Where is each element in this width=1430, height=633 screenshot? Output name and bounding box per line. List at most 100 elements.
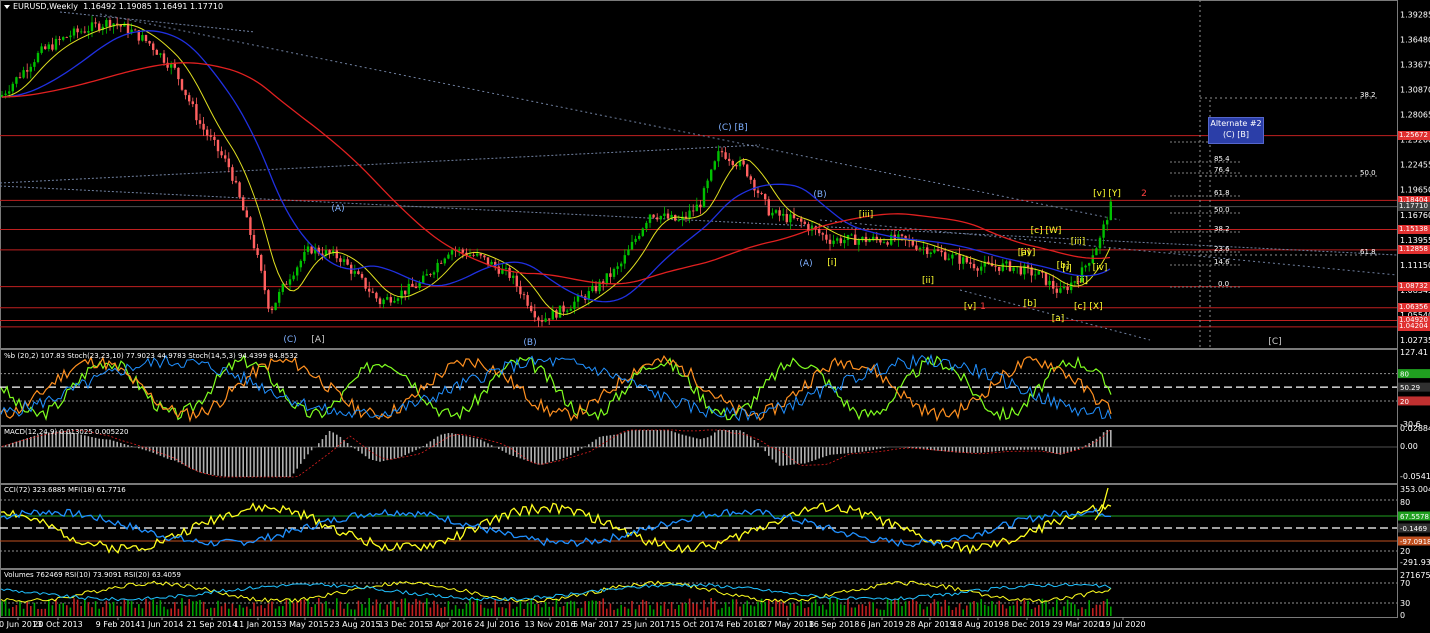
candle-body	[8, 91, 11, 94]
candle-body	[1070, 282, 1073, 291]
candle-body	[976, 268, 979, 271]
candle-body	[83, 31, 86, 33]
candle-body	[756, 190, 760, 194]
candle-body	[119, 25, 122, 27]
candle-body	[537, 317, 540, 321]
candle-body	[382, 299, 385, 305]
candle-body	[1037, 271, 1040, 275]
time-tick: 27 May 2018	[762, 620, 814, 629]
candle-body	[998, 266, 1001, 271]
candle-body	[429, 274, 432, 275]
candle-body	[15, 77, 18, 84]
price-box: 1.12858	[1398, 245, 1430, 255]
price-box: 1.06356	[1398, 303, 1430, 313]
candle-body	[1106, 220, 1109, 225]
candle-body	[767, 199, 770, 216]
candle-body	[720, 151, 724, 153]
fib-label: 0.0	[1218, 280, 1229, 288]
wave-label: [c]	[1074, 302, 1086, 312]
chart-canvas[interactable]: 1.392851.364801.336751.308701.280651.252…	[0, 0, 1430, 633]
candle-body	[90, 22, 94, 32]
cci-spike	[1094, 487, 1109, 521]
fib-label: 50.0	[1214, 206, 1230, 214]
candle-body	[515, 275, 518, 287]
candle-body	[26, 70, 29, 72]
price-box: 1.25672	[1398, 131, 1430, 141]
macd-axis-tick: -0.054176	[1400, 472, 1430, 481]
candle-body	[936, 249, 940, 251]
candle-body	[947, 258, 950, 260]
candle-body	[1001, 263, 1004, 271]
candle-body	[533, 311, 536, 318]
stoch-label: %b (20,2) 107.83 Stoch(23,23,10) 77.9023…	[4, 352, 299, 360]
time-tick: 4 Feb 2018	[719, 620, 764, 629]
candle-body	[188, 95, 191, 102]
candle-body	[724, 152, 727, 159]
candle-body	[69, 35, 72, 38]
candle-body	[260, 254, 263, 271]
candle-body	[54, 38, 58, 50]
price-tick: 1.11150	[1400, 261, 1430, 270]
candle-body	[134, 29, 137, 31]
candle-body	[62, 37, 65, 40]
candle-body	[940, 250, 943, 253]
wave-label: [ii]	[922, 276, 934, 286]
candle-body	[728, 158, 731, 162]
candle-body	[1095, 248, 1098, 256]
candle-body	[666, 213, 670, 219]
candle-body	[825, 234, 828, 240]
wave-label: [iii]	[859, 210, 874, 220]
price-tick: 1.16760	[1400, 211, 1430, 220]
candle-body	[544, 318, 547, 322]
candle-body	[4, 93, 7, 95]
candle-body	[951, 254, 954, 259]
candle-body	[425, 274, 428, 276]
candle-body	[616, 266, 619, 269]
ma-yellow-line	[1, 23, 1111, 315]
candle-body	[22, 70, 25, 78]
candle-body	[80, 31, 83, 33]
candle-body	[594, 285, 598, 292]
candle-body	[436, 262, 439, 273]
candle-body	[234, 180, 238, 183]
price-tick: 1.39285	[1400, 10, 1430, 19]
volume-axis-tick: 30	[1400, 599, 1410, 608]
candle-body	[731, 161, 734, 165]
wave-label: [iv]	[1093, 263, 1108, 273]
price-tick: 1.33675	[1400, 60, 1430, 69]
candle-body	[1062, 286, 1066, 289]
trend-line	[99, 13, 1121, 221]
candle-body	[490, 261, 493, 265]
candle-body	[882, 242, 886, 244]
wave-label: (C)	[283, 335, 296, 345]
candle-body	[141, 35, 144, 41]
candle-body	[638, 235, 641, 239]
time-tick: 13 Dec 2015	[378, 620, 429, 629]
candle-body	[569, 308, 572, 311]
cci-axis-tick: 80	[1400, 498, 1410, 507]
candle-body	[396, 298, 400, 301]
rsi-fast-line	[0, 580, 1112, 604]
candle-body	[620, 263, 623, 267]
candle-body	[393, 300, 396, 303]
candle-body	[695, 204, 698, 212]
wave-label: (C) [B]	[718, 123, 747, 133]
wave-label: [iii]	[1071, 237, 1086, 247]
time-tick: 9 Feb 2014	[96, 620, 141, 629]
candle-body	[335, 250, 338, 259]
candle-body	[972, 263, 976, 269]
candle-body	[634, 238, 637, 242]
candle-body	[785, 214, 788, 223]
candle-body	[1034, 274, 1037, 276]
candle-body	[778, 210, 781, 216]
volume-label: Volumes 762469 RSI(10) 73.9091 RSI(20) 6…	[4, 571, 181, 579]
trend-line	[0, 144, 761, 184]
price-tick: 1.30870	[1400, 85, 1430, 94]
candle-body	[432, 272, 436, 275]
fib-label: 14.6	[1214, 258, 1230, 266]
candle-body	[299, 260, 302, 268]
candle-body	[1102, 224, 1105, 238]
candle-body	[447, 254, 450, 259]
time-tick: 8 Dec 2019	[1004, 620, 1050, 629]
candle-body	[206, 129, 209, 136]
